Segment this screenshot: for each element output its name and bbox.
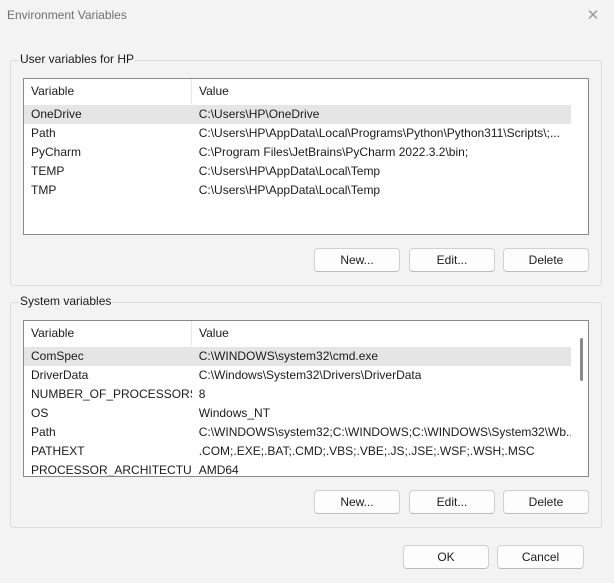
variable-value-cell: .COM;.EXE;.BAT;.CMD;.VBS;.VBE;.JS;.JSE;.… [198,444,535,458]
variable-name-cell: OS [31,406,49,420]
variable-name-cell: TEMP [31,164,65,178]
table-row[interactable]: DriverData C:\Windows\System32\Drivers\D… [24,366,571,385]
table-row[interactable]: TEMP C:\Users\HP\AppData\Local\Temp [24,162,571,181]
variable-name-cell: ComSpec [31,349,84,363]
variable-name-cell: OneDrive [31,107,82,121]
column-header-variable[interactable]: Variable [24,321,192,346]
variable-value-cell: C:\WINDOWS\system32\cmd.exe [198,349,379,363]
user-variables-group-label: User variables for HP [19,52,136,66]
variable-value-cell: C:\Users\HP\AppData\Local\Programs\Pytho… [198,126,560,140]
table-row[interactable]: OS Windows_NT [24,404,571,423]
system-variables-list-header: Variable Value [24,321,588,346]
table-row[interactable]: TMP C:\Users\HP\AppData\Local\Temp [24,181,571,200]
variable-name-cell: DriverData [31,368,89,382]
column-header-variable[interactable]: Variable [24,79,192,104]
table-row[interactable]: PROCESSOR_ARCHITECTURE AMD64 [24,461,571,477]
system-variables-list[interactable]: Variable Value ComSpec C:\WINDOWS\system… [23,320,589,477]
close-icon[interactable]: ✕ [582,4,604,26]
vertical-scrollbar[interactable] [576,321,588,476]
variable-name-cell: PATHEXT [31,444,85,458]
table-row[interactable]: OneDrive C:\Users\HP\OneDrive [24,105,571,124]
system-variables-group-label: System variables [19,294,113,308]
column-header-value[interactable]: Value [192,79,572,104]
variable-value-cell: C:\Windows\System32\Drivers\DriverData [198,368,422,382]
cancel-button[interactable]: Cancel [497,545,584,569]
variable-value-cell: C:\Users\HP\OneDrive [198,107,320,121]
user-variables-group: User variables for HP Variable Value One… [10,52,602,286]
system-new-button[interactable]: New... [314,490,400,514]
column-header-value[interactable]: Value [192,321,572,346]
variable-value-cell: AMD64 [198,463,239,477]
user-new-button[interactable]: New... [314,248,400,272]
table-row[interactable]: PyCharm C:\Program Files\JetBrains\PyCha… [24,143,571,162]
scrollbar-thumb[interactable] [580,338,583,381]
variable-name-cell: NUMBER_OF_PROCESSORS [31,387,192,401]
variable-name-cell: PyCharm [31,145,82,159]
system-delete-button[interactable]: Delete [503,490,589,514]
user-edit-button[interactable]: Edit... [409,248,495,272]
table-row[interactable]: Path C:\Users\HP\AppData\Local\Programs\… [24,124,571,143]
variable-value-cell: C:\Users\HP\AppData\Local\Temp [198,183,381,197]
window-title: Environment Variables [7,8,127,22]
variable-name-cell: Path [31,126,56,140]
variable-value-cell: C:\WINDOWS\system32;C:\WINDOWS;C:\WINDOW… [198,425,571,439]
table-row[interactable]: ComSpec C:\WINDOWS\system32\cmd.exe [24,347,571,366]
user-variables-list-header: Variable Value [24,79,588,104]
table-row[interactable]: PATHEXT .COM;.EXE;.BAT;.CMD;.VBS;.VBE;.J… [24,442,571,461]
variable-name-cell: TMP [31,183,57,197]
variable-value-cell: 8 [198,387,206,401]
variable-name-cell: Path [31,425,56,439]
title-bar: Environment Variables ✕ [0,0,614,30]
user-delete-button[interactable]: Delete [503,248,589,272]
variable-name-cell: PROCESSOR_ARCHITECTURE [31,463,192,477]
table-row[interactable]: Path C:\WINDOWS\system32;C:\WINDOWS;C:\W… [24,423,571,442]
variable-value-cell: Windows_NT [198,406,271,420]
system-variables-group: System variables Variable Value ComSpec … [10,294,602,528]
ok-button[interactable]: OK [403,545,489,569]
variable-value-cell: C:\Users\HP\AppData\Local\Temp [198,164,381,178]
user-variables-list[interactable]: Variable Value OneDrive C:\Users\HP\OneD… [23,78,589,235]
variable-value-cell: C:\Program Files\JetBrains\PyCharm 2022.… [198,145,469,159]
table-row[interactable]: NUMBER_OF_PROCESSORS 8 [24,385,571,404]
system-edit-button[interactable]: Edit... [409,490,495,514]
